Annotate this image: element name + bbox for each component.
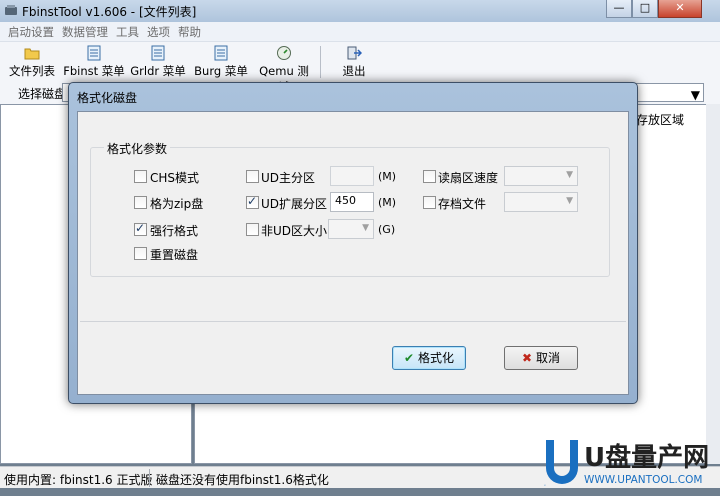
minimize-button[interactable]: — <box>606 0 632 18</box>
archive-file-checkbox[interactable] <box>423 196 436 209</box>
exit-icon <box>347 46 362 60</box>
dialog-title: 格式化磁盘 <box>77 91 138 105</box>
archive-file-select[interactable]: ▼ <box>504 192 578 212</box>
read-sector-speed-select[interactable]: ▼ <box>504 166 578 186</box>
document-icon <box>151 45 165 61</box>
burg-menu-button[interactable]: Burg 菜单 <box>192 45 250 81</box>
watermark-logo: U U盘量产网 WWW.UPANTOOL.COM <box>542 438 718 493</box>
check-icon: ✔ <box>403 351 415 365</box>
qemu-test-button[interactable]: Qemu 测试 <box>254 45 314 94</box>
watermark-url: WWW.UPANTOOL.COM <box>584 474 702 486</box>
zip-disk-label: 格为zip盘 <box>150 197 204 211</box>
ud-extended-size-input[interactable]: 450 <box>330 192 374 212</box>
status-builtin-version: 使用内置: fbinst1.6 正式版 <box>4 473 153 487</box>
chs-mode-checkbox[interactable] <box>134 170 147 183</box>
force-format-label: 强行格式 <box>150 224 199 238</box>
folder-icon <box>24 48 40 60</box>
reset-disk-label: 重置磁盘 <box>150 248 199 262</box>
ud-extended-checkbox[interactable] <box>246 194 259 209</box>
gauge-icon <box>277 46 291 60</box>
area-column-header[interactable]: 存放区域 <box>636 111 684 128</box>
zip-disk-checkbox[interactable] <box>134 196 147 209</box>
close-button[interactable]: ✕ <box>658 0 702 18</box>
dropdown-arrow-icon: ▼ <box>566 196 573 206</box>
menu-options[interactable]: 选项 <box>143 22 174 42</box>
cross-icon: ✖ <box>521 351 533 365</box>
exit-label: 退出 <box>342 64 366 78</box>
ud-primary-label: UD主分区 <box>261 171 316 185</box>
ud-extended-unit: (M) <box>378 196 397 209</box>
disk-label: 选择磁盘 <box>18 87 67 101</box>
status-disk-state: 磁盘还没有使用fbinst1.6格式化 <box>156 473 329 487</box>
ud-primary-checkbox[interactable] <box>246 170 259 183</box>
app-icon <box>5 5 17 15</box>
burg-menu-label: Burg 菜单 <box>194 64 248 78</box>
fbinst-menu-button[interactable]: Fbinst 菜单 <box>62 45 126 81</box>
reset-disk-checkbox[interactable] <box>134 247 147 260</box>
dropdown-arrow-icon: ▼ <box>362 223 369 233</box>
format-button-label: 格式化 <box>418 351 455 365</box>
format-disk-dialog: 格式化磁盘 格式化参数 CHS模式 格为zip盘 强行格式 重置磁盘 UD主分区… <box>68 82 638 404</box>
grldr-menu-label: Grldr 菜单 <box>130 64 186 78</box>
archive-file-label: 存档文件 <box>438 197 487 211</box>
read-sector-speed-label: 读扇区速度 <box>438 171 499 185</box>
non-ud-size-unit: (G) <box>378 223 396 236</box>
chs-mode-label: CHS模式 <box>150 171 200 185</box>
cancel-button[interactable]: ✖ 取消 <box>504 346 578 370</box>
menu-boot-settings[interactable]: 启动设置 <box>0 22 58 42</box>
dropdown-arrow-icon: ▼ <box>690 88 700 102</box>
group-title: 格式化参数 <box>104 140 171 157</box>
toolbar-separator <box>320 46 321 78</box>
grldr-menu-button[interactable]: Grldr 菜单 <box>128 45 188 81</box>
file-list-label: 文件列表 <box>9 64 55 78</box>
exit-button[interactable]: 退出 <box>334 45 374 81</box>
non-ud-size-select[interactable]: ▼ <box>328 219 374 239</box>
menu-data-management[interactable]: 数据管理 <box>58 22 112 42</box>
scrollbar[interactable] <box>706 104 720 464</box>
document-icon <box>214 45 228 61</box>
cancel-button-label: 取消 <box>536 351 561 365</box>
menu-help[interactable]: 帮助 <box>174 22 205 42</box>
ud-primary-unit: (M) <box>378 170 397 183</box>
ud-primary-size-input[interactable] <box>330 166 374 186</box>
watermark-brand: U盘量产网 <box>584 442 709 473</box>
dropdown-arrow-icon: ▼ <box>566 170 573 180</box>
file-list-button[interactable]: 文件列表 <box>4 45 60 81</box>
maximize-button[interactable]: □ <box>632 0 658 18</box>
fbinst-menu-label: Fbinst 菜单 <box>63 64 125 78</box>
toolbar: 文件列表 Fbinst 菜单 Grldr 菜单 Burg 菜单 Qemu 测试 <box>0 42 720 94</box>
window-title: FbinstTool v1.606 - [文件列表] <box>22 5 197 19</box>
dialog-body: 格式化参数 CHS模式 格为zip盘 强行格式 重置磁盘 UD主分区 (M) U… <box>77 111 629 395</box>
read-sector-speed-checkbox[interactable] <box>423 170 436 183</box>
upantool-logo-icon: U U盘量产网 WWW.UPANTOOL.COM <box>544 440 709 487</box>
document-icon <box>87 45 101 61</box>
title-bar: FbinstTool v1.606 - [文件列表] — □ ✕ <box>0 0 720 22</box>
format-button[interactable]: ✔ 格式化 <box>392 346 466 370</box>
dialog-separator <box>80 321 626 322</box>
menu-tools[interactable]: 工具 <box>112 22 143 42</box>
ud-extended-label: UD扩展分区 <box>261 197 328 211</box>
status-separator <box>149 469 150 487</box>
menu-bar: 启动设置 数据管理 工具 选项 帮助 <box>0 22 720 42</box>
non-ud-size-label: 非UD区大小 <box>261 224 328 238</box>
watermark-letter: U <box>544 485 546 487</box>
non-ud-size-checkbox[interactable] <box>246 223 259 236</box>
force-format-checkbox[interactable] <box>134 221 147 236</box>
